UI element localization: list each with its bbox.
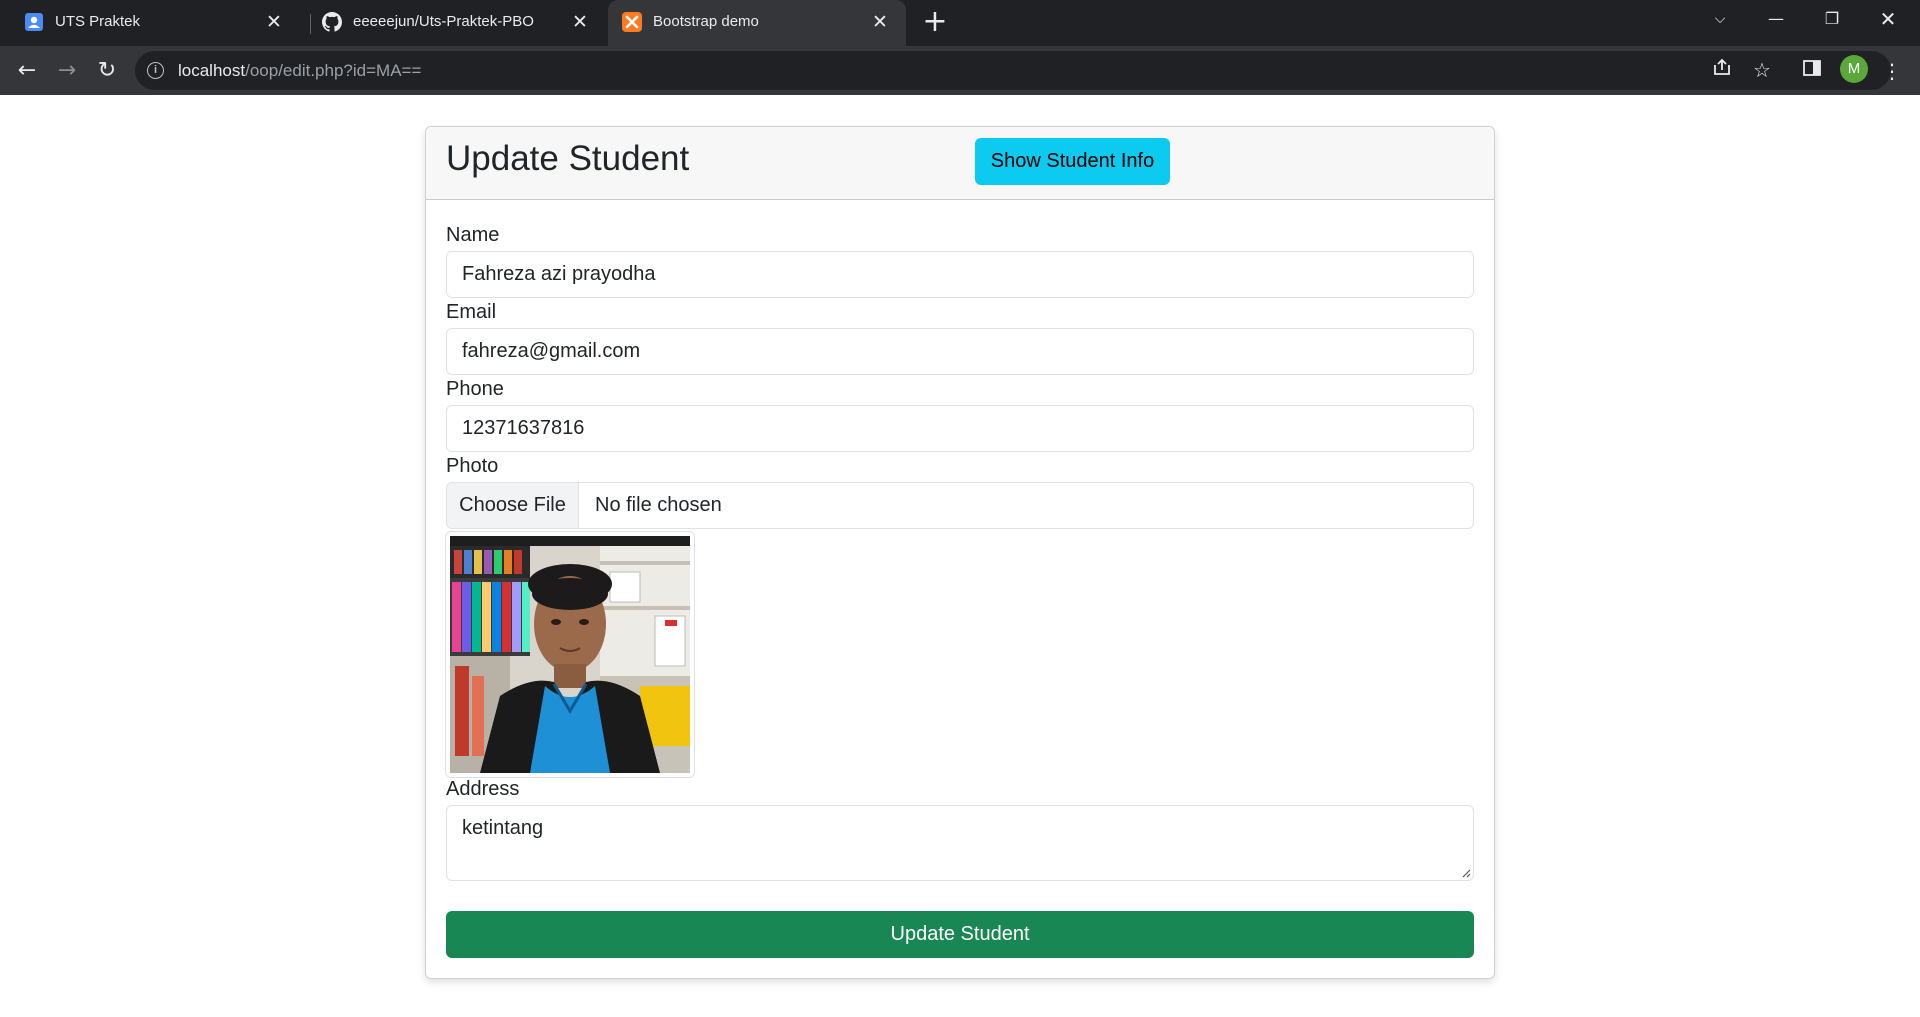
card-header: Update Student Show Student Info: [426, 127, 1494, 200]
share-icon[interactable]: [1707, 55, 1737, 85]
update-student-button[interactable]: Update Student: [446, 911, 1474, 958]
site-info-icon[interactable]: i: [147, 62, 164, 79]
close-tab-icon[interactable]: ✕: [868, 10, 892, 34]
side-panel-icon[interactable]: [1797, 56, 1827, 86]
restore-icon[interactable]: ❐: [1804, 0, 1860, 40]
github-icon: [322, 12, 342, 32]
tab-title: UTS Praktek: [55, 13, 141, 30]
profile-avatar[interactable]: M: [1840, 55, 1868, 83]
address-bar[interactable]: i localhost/oop/edit.php?id=MA== ☆: [135, 51, 1891, 90]
tab-uts-praktek[interactable]: UTS Praktek ✕: [0, 0, 300, 46]
browser-tab-bar: UTS Praktek ✕ eeeeejun/Uts-Praktek-PBO ✕…: [0, 0, 1920, 46]
email-input[interactable]: [446, 328, 1474, 375]
browser-toolbar: ← → ↻ i localhost/oop/edit.php?id=MA== ☆…: [0, 46, 1920, 95]
page-title: Update Student: [446, 139, 690, 178]
name-input[interactable]: [446, 251, 1474, 298]
tab-github-repo[interactable]: eeeeejun/Uts-Praktek-PBO ✕: [300, 0, 606, 46]
tab-search-icon[interactable]: ⌵: [1692, 0, 1748, 40]
photo-file-input[interactable]: Choose File No file chosen: [446, 482, 1474, 529]
new-tab-icon[interactable]: +: [920, 7, 950, 38]
close-window-icon[interactable]: ✕: [1860, 0, 1916, 40]
tab-title: Bootstrap demo: [653, 13, 759, 30]
photo-label: Photo: [446, 455, 499, 477]
tab-title: eeeeejun/Uts-Praktek-PBO: [353, 13, 534, 30]
tab-bootstrap-demo[interactable]: Bootstrap demo ✕: [608, 0, 906, 46]
resize-grip-icon[interactable]: [1461, 868, 1471, 878]
address-label: Address: [446, 778, 520, 800]
student-photo-thumbnail: [445, 531, 695, 778]
xampp-icon: [622, 12, 642, 32]
url-text: localhost/oop/edit.php?id=MA==: [178, 61, 422, 80]
back-icon[interactable]: ←: [12, 56, 42, 86]
close-tab-icon[interactable]: ✕: [262, 10, 286, 34]
reload-icon[interactable]: ↻: [92, 56, 122, 86]
close-tab-icon[interactable]: ✕: [568, 10, 592, 34]
student-photo: [450, 536, 690, 773]
name-label: Name: [446, 224, 500, 246]
forward-icon[interactable]: →: [52, 56, 82, 86]
email-label: Email: [446, 301, 497, 323]
address-textarea[interactable]: ketintang: [446, 805, 1474, 881]
address-text: ketintang: [462, 817, 544, 839]
phone-input[interactable]: [446, 405, 1474, 452]
bookmark-star-icon[interactable]: ☆: [1747, 55, 1777, 85]
update-student-card: Update Student Show Student Info Name Em…: [425, 126, 1495, 979]
phone-label: Phone: [446, 378, 504, 400]
show-student-info-button[interactable]: Show Student Info: [975, 138, 1170, 185]
menu-kebab-icon[interactable]: ⋮: [1882, 56, 1902, 86]
choose-file-button[interactable]: Choose File: [447, 483, 579, 528]
file-status-text: No file chosen: [595, 494, 722, 516]
minimize-icon[interactable]: —: [1748, 0, 1804, 40]
account-box-icon: [24, 12, 44, 32]
